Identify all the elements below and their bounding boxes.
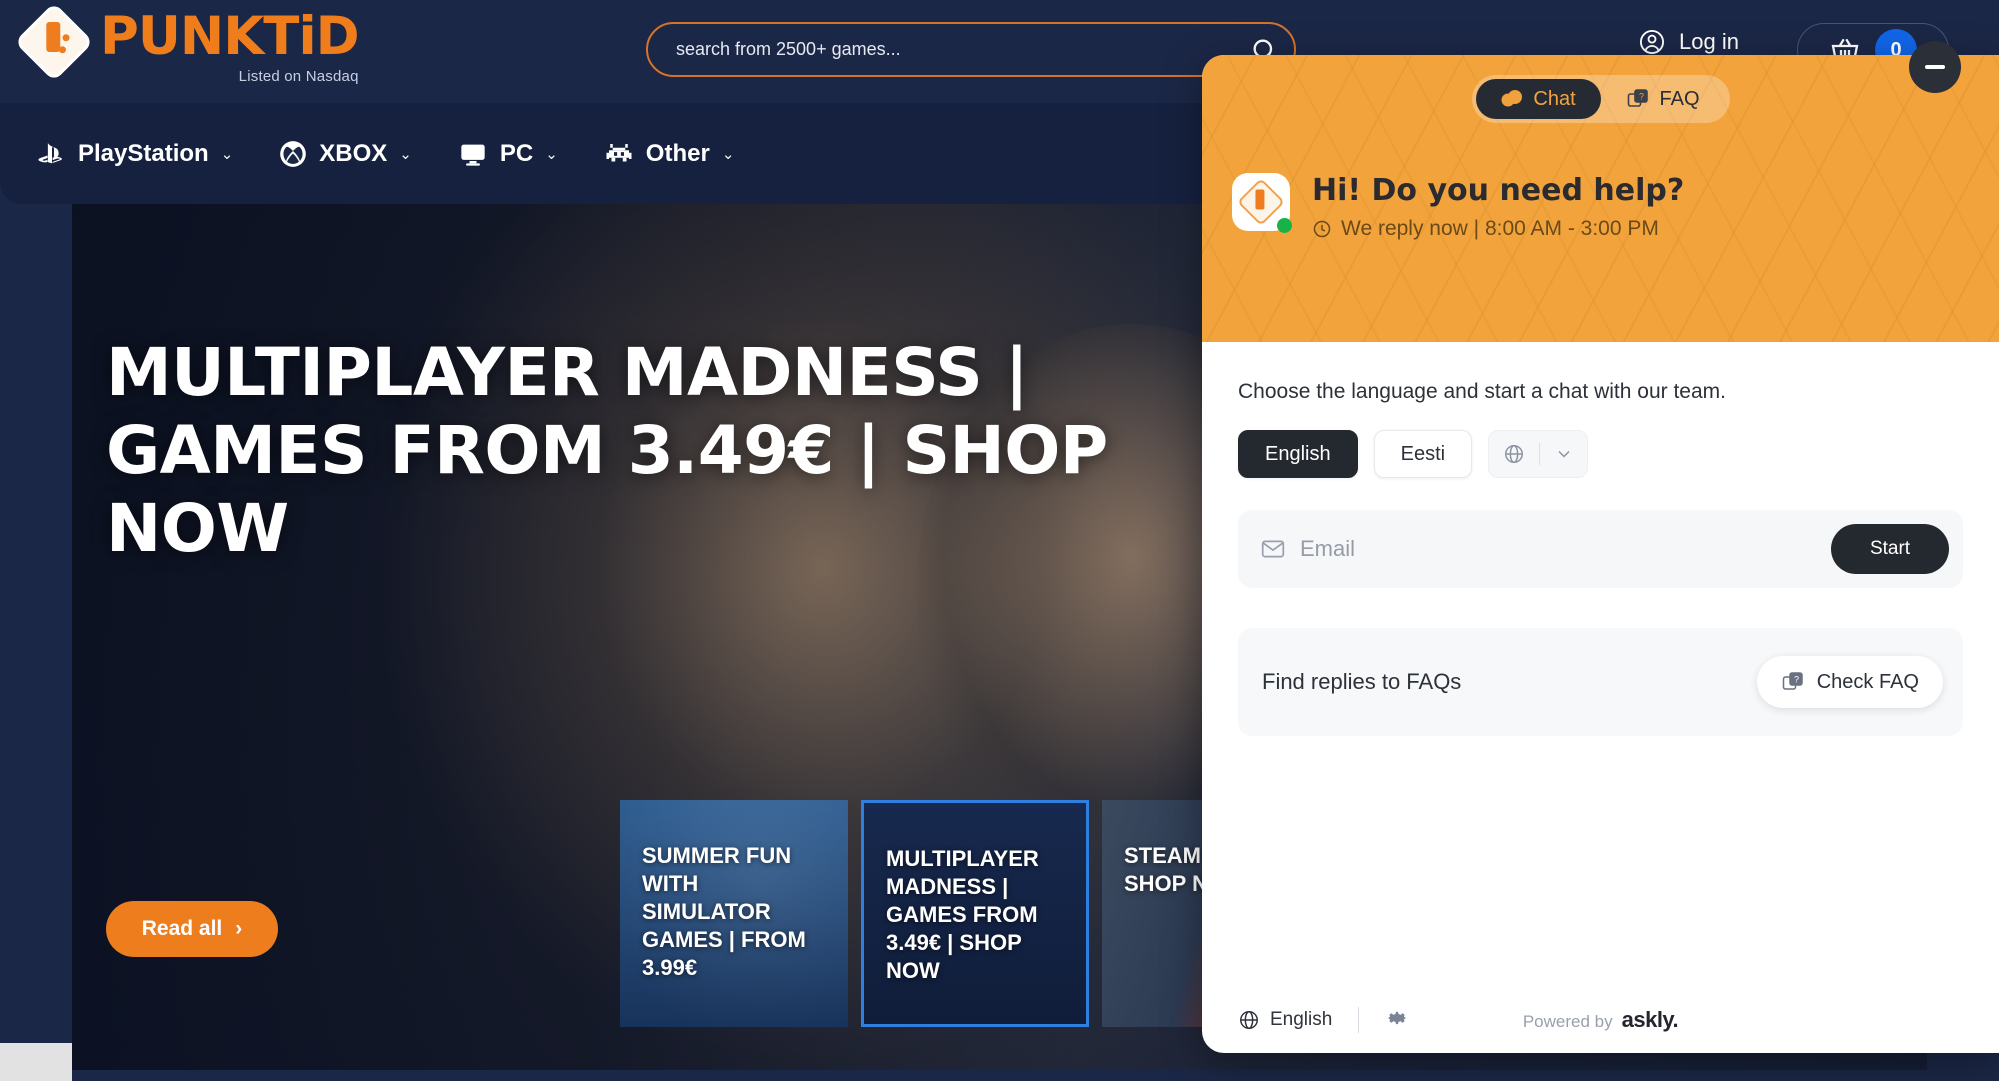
language-option-label: Eesti [1400, 442, 1446, 465]
agent-avatar [1232, 173, 1292, 233]
faq-icon: ? [1628, 89, 1649, 107]
chat-greeting: Hi! Do you need help? We reply now | 8:0… [1232, 173, 1999, 241]
search-input[interactable] [648, 39, 1234, 60]
clock-icon [1313, 220, 1331, 238]
chat-availability-label: We reply now | 8:00 AM - 3:00 PM [1341, 217, 1659, 240]
chevron-down-icon: ⌄ [399, 145, 412, 163]
start-chat-button[interactable]: Start [1831, 524, 1949, 574]
monitor-icon [461, 144, 485, 166]
nav-item-pc[interactable]: PC ⌄ [458, 140, 558, 168]
globe-icon [1240, 1011, 1258, 1029]
read-all-button[interactable]: Read all › [106, 901, 278, 957]
nav-item-other[interactable]: Other ⌄ [604, 139, 735, 168]
tab-faq-label: FAQ [1659, 87, 1700, 110]
nav-label-xbox: XBOX [319, 139, 388, 167]
powered-by: Powered by askly. [1522, 1007, 1679, 1033]
chat-tab-group: Chat ? FAQ [1471, 75, 1730, 123]
logo-subtitle: Listed on Nasdaq [238, 68, 359, 85]
faq-section: Find replies to FAQs ? Check FAQ [1238, 628, 1963, 736]
user-icon [1640, 29, 1665, 55]
chevron-down-icon [1558, 450, 1570, 458]
chat-widget-header: Chat ? FAQ Hi! Do you need help? We repl… [1202, 55, 1999, 342]
xbox-icon [280, 140, 307, 167]
tab-faq[interactable]: ? FAQ [1601, 79, 1726, 119]
minimize-chat-button[interactable] [1909, 41, 1961, 93]
thumbnail-item-active[interactable]: MULTIPLAYER MADNESS | GAMES FROM 3.49€ |… [861, 800, 1089, 1027]
search-bar[interactable] [646, 22, 1296, 77]
choose-language-text: Choose the language and start a chat wit… [1238, 380, 1726, 403]
nav-label-other: Other [645, 139, 710, 167]
site-logo[interactable]: PUNKTiD Listed on Nasdaq [14, 2, 360, 85]
footer-language-label: English [1270, 1009, 1333, 1030]
tab-chat-label: Chat [1533, 87, 1576, 110]
chevron-right-icon: › [235, 917, 243, 940]
chat-widget: Chat ? FAQ Hi! Do you need help? We repl… [1202, 55, 1999, 1053]
online-status-dot [1277, 218, 1292, 233]
chat-availability: We reply now | 8:00 AM - 3:00 PM [1312, 217, 1684, 241]
nav-item-playstation[interactable]: PlayStation ⌄ [36, 140, 233, 168]
minimize-icon [1925, 65, 1945, 69]
settings-button[interactable] [1385, 1006, 1409, 1035]
powered-by-label: Powered by [1522, 1012, 1613, 1031]
faq-text: Find replies to FAQs [1262, 669, 1462, 694]
footer-divider [1358, 1007, 1360, 1033]
page-bottom-strip [0, 1043, 72, 1081]
thumbnail-label: SUMMER FUN WITH SIMULATOR GAMES | FROM 3… [642, 843, 806, 980]
nav-label-playstation: PlayStation [78, 139, 209, 167]
playstation-icon [38, 142, 62, 163]
chevron-down-icon: ⌄ [721, 145, 735, 163]
email-input-row: Start [1238, 510, 1963, 588]
language-option-label: English [1265, 442, 1331, 465]
footer-language-selector[interactable]: English [1238, 1009, 1332, 1031]
login-button[interactable]: Log in [1638, 28, 1739, 56]
thumbnail-item[interactable]: SUMMER FUN WITH SIMULATOR GAMES | FROM 3… [620, 800, 848, 1027]
punktid-logo-icon [14, 2, 94, 82]
tab-chat[interactable]: Chat [1475, 79, 1601, 119]
faq-icon: ? [1782, 672, 1803, 690]
language-option-eesti[interactable]: Eesti [1373, 430, 1473, 478]
login-label: Log in [1679, 29, 1739, 54]
language-selector: English Eesti [1238, 430, 1963, 478]
read-all-label: Read all [141, 917, 223, 940]
globe-icon [1504, 445, 1523, 463]
alien-icon [606, 143, 632, 161]
logo-wordmark: PUNKTiD [100, 6, 360, 67]
svg-text:?: ? [1639, 92, 1644, 102]
language-more-dropdown[interactable] [1488, 430, 1589, 478]
thumbnail-label: MULTIPLAYER MADNESS | GAMES FROM 3.49€ |… [886, 846, 1039, 983]
page-root: PUNKTiD Listed on Nasdaq Log in [0, 0, 1999, 1081]
email-input[interactable] [1300, 536, 1831, 562]
chat-widget-body: Choose the language and start a chat wit… [1202, 342, 1999, 987]
chat-bubble-icon [1501, 90, 1523, 107]
svg-text:?: ? [1794, 675, 1799, 685]
nav-label-pc: PC [499, 139, 534, 167]
language-option-english[interactable]: English [1238, 430, 1358, 478]
check-faq-label: Check FAQ [1816, 670, 1919, 693]
check-faq-button[interactable]: ? Check FAQ [1756, 656, 1943, 708]
nav-item-xbox[interactable]: XBOX ⌄ [279, 140, 412, 168]
hero-title: MULTIPLAYER MADNESS | GAMES FROM 3.49€ |… [106, 334, 1108, 567]
askly-brand: askly. [1621, 1007, 1679, 1032]
chevron-down-icon: ⌄ [220, 145, 234, 163]
chevron-down-icon: ⌄ [545, 145, 558, 163]
envelope-icon [1261, 540, 1285, 558]
chat-greeting-title: Hi! Do you need help? [1312, 173, 1685, 208]
gear-icon [1388, 1011, 1407, 1024]
chat-widget-footer: English Powered by askly. [1202, 987, 1999, 1053]
